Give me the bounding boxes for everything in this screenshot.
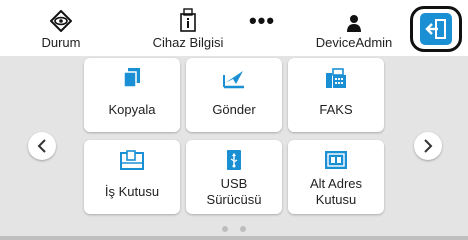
device-info-icon (180, 6, 196, 32)
job-box-icon (120, 146, 144, 174)
previous-page-button[interactable] (28, 132, 56, 160)
chevron-left-icon (37, 139, 46, 153)
copy-icon (122, 64, 142, 92)
more-button[interactable]: ••• (246, 0, 278, 56)
app-tile-subaddress-box[interactable]: Alt Adres Kutusu (288, 140, 384, 214)
user-name-label: DeviceAdmin (315, 35, 393, 50)
app-grid-area: Kopyala Gönder FAKS İş Kutusu USB Sürücü… (0, 56, 468, 240)
app-tile-usb-drive[interactable]: USB Sürücüsü (186, 140, 282, 214)
chevron-right-icon (424, 139, 433, 153)
app-tile-copy[interactable]: Kopyala (84, 58, 180, 132)
top-bar: Durum Cihaz Bilgisi ••• DeviceAdmin (0, 0, 468, 56)
fax-icon (325, 64, 347, 92)
app-tile-job-box[interactable]: İş Kutusu (84, 140, 180, 214)
app-tile-send[interactable]: Gönder (186, 58, 282, 132)
app-tile-label: FAKS (319, 102, 353, 117)
user-icon (347, 6, 361, 32)
page-dot (240, 226, 246, 232)
next-page-button[interactable] (414, 132, 442, 160)
more-label: ••• (248, 8, 276, 33)
device-info-button[interactable]: Cihaz Bilgisi (140, 0, 236, 56)
more-dots-icon: ••• (249, 6, 275, 36)
device-info-label: Cihaz Bilgisi (152, 35, 224, 50)
status-eye-icon (50, 6, 72, 32)
app-tile-label: USB Sürücüsü (206, 176, 262, 207)
bottom-divider (0, 236, 468, 240)
status-button[interactable]: Durum (30, 0, 92, 56)
page-indicator (222, 226, 246, 234)
usb-drive-icon (225, 146, 243, 174)
page-dot (222, 226, 228, 232)
logout-icon (420, 13, 452, 45)
app-tile-label: Alt Adres Kutusu (309, 176, 363, 207)
status-label: Durum (41, 35, 81, 50)
app-tile-label: Gönder (212, 102, 256, 117)
user-button[interactable]: DeviceAdmin (298, 0, 410, 56)
send-icon (222, 64, 246, 92)
subaddress-box-icon (324, 146, 348, 174)
logout-button[interactable] (410, 6, 462, 52)
app-tile-fax[interactable]: FAKS (288, 58, 384, 132)
app-tile-label: Kopyala (108, 102, 156, 117)
app-tile-label: İş Kutusu (104, 184, 160, 199)
